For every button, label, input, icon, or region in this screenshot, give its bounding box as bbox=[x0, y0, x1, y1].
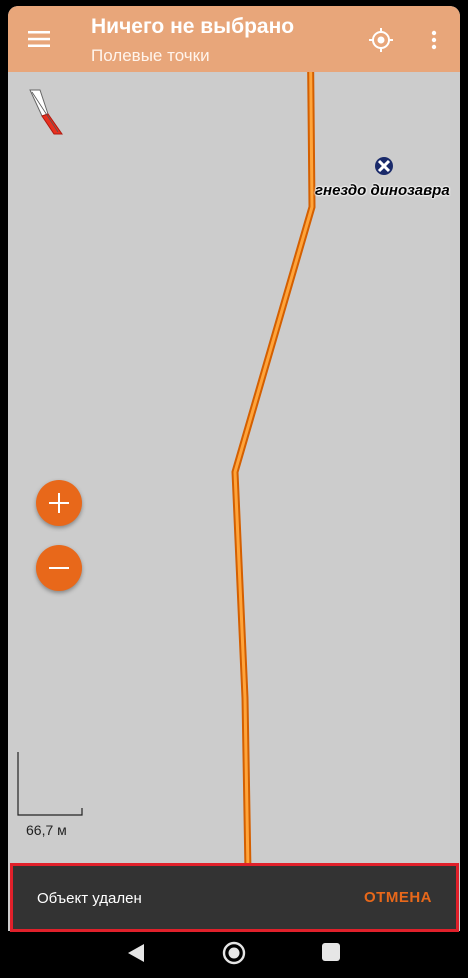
gps-locate-icon bbox=[369, 28, 393, 52]
undo-button[interactable]: ОТМЕНА bbox=[364, 889, 432, 906]
compass-needle-icon[interactable] bbox=[28, 88, 68, 136]
plus-icon bbox=[49, 493, 69, 513]
cross-marker-icon[interactable] bbox=[374, 156, 394, 176]
hamburger-menu-icon bbox=[28, 31, 50, 47]
scale-bar bbox=[17, 752, 83, 816]
poi-label[interactable]: гнездо динозавра bbox=[315, 182, 450, 199]
scale-label: 66,7 м bbox=[26, 822, 67, 838]
app-screen: гнездо динозавра 66,7 м Ничего не выбран… bbox=[8, 6, 460, 931]
page-title: Ничего не выбрано bbox=[91, 15, 295, 38]
snackbar: Объект удален ОТМЕНА bbox=[10, 863, 459, 932]
more-options-button[interactable] bbox=[422, 25, 446, 55]
home-icon[interactable] bbox=[222, 941, 246, 965]
more-vertical-icon bbox=[431, 30, 437, 50]
locate-button[interactable] bbox=[366, 25, 396, 55]
zoom-out-button[interactable] bbox=[36, 545, 82, 591]
page-subtitle: Полевые точки bbox=[91, 46, 210, 65]
recents-icon[interactable] bbox=[322, 943, 340, 961]
app-bar: Ничего не выбрано Полевые точки bbox=[8, 6, 460, 72]
back-icon[interactable] bbox=[126, 942, 146, 964]
menu-button[interactable] bbox=[24, 24, 54, 54]
minus-icon bbox=[49, 567, 69, 569]
snackbar-message: Объект удален bbox=[37, 890, 142, 907]
zoom-in-button[interactable] bbox=[36, 480, 82, 526]
system-nav-bar bbox=[0, 932, 468, 978]
